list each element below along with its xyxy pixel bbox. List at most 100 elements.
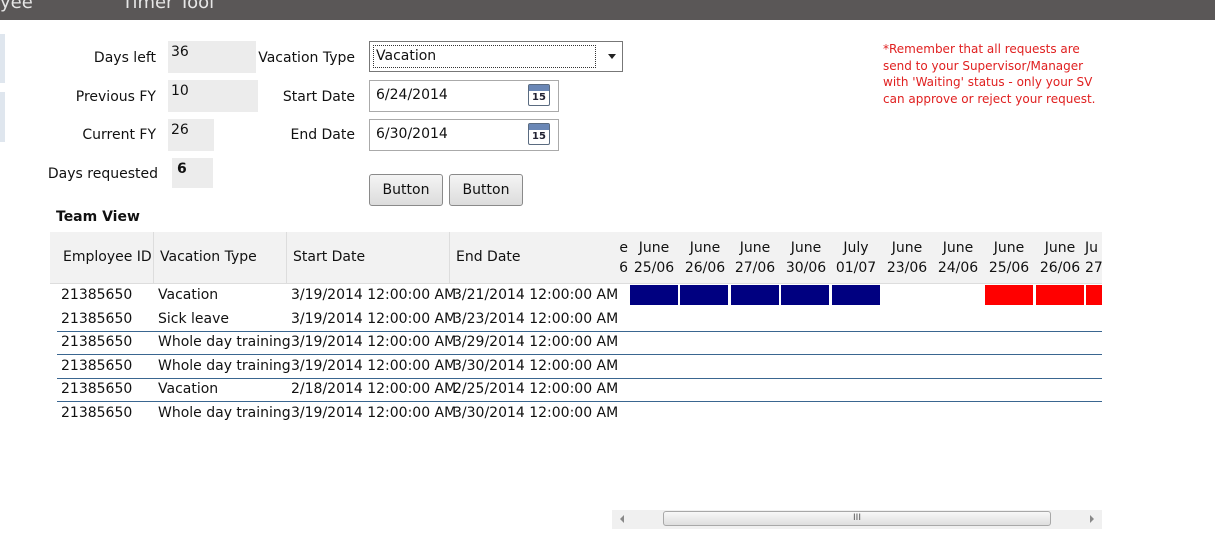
schedule-bar[interactable] [832, 285, 880, 305]
current-fy-label: Current FY [82, 127, 156, 143]
day-month-label: Ju [1085, 240, 1099, 256]
table-row[interactable]: 21385650 Sick leave 3/19/2014 12:00:00 AM 3… [57, 308, 1102, 332]
approval-note: *Remember that all requests are send to … [883, 42, 1096, 106]
table-cell-type: Whole day training [158, 334, 291, 350]
start-date-label: Start Date [282, 89, 355, 105]
calendar-icon[interactable]: 15 [528, 123, 550, 145]
table-cell-type: Vacation [158, 381, 219, 397]
day-column-header[interactable]: June 27/06 [730, 238, 780, 278]
schedule-bar[interactable] [781, 285, 829, 305]
scrollbar-thumb[interactable]: III [663, 511, 1051, 526]
table-cell-id: 21385650 [61, 334, 133, 350]
nav-tab-timer-tool[interactable]: Timer Tool [122, 0, 214, 13]
table-cell-id: 21385650 [61, 310, 133, 327]
day-month-label: July [843, 240, 869, 256]
table-cell-end: 3/21/2014 12:00:00 AM [453, 287, 619, 303]
schedule-bar[interactable] [731, 285, 779, 305]
team-view-title: Team View [56, 209, 140, 225]
vacation-type-dropdown[interactable]: Vacation [369, 41, 623, 72]
previous-fy-label: Previous FY [75, 89, 156, 105]
day-month-label: June [1044, 240, 1076, 256]
action-button-1[interactable]: Button [369, 174, 443, 206]
title-bar: yee Timer Tool [0, 0, 1215, 20]
horizontal-scrollbar[interactable]: III [612, 510, 1102, 529]
schedule-bar[interactable] [985, 285, 1033, 305]
table-cell-id: 21385650 [61, 404, 133, 421]
day-date-label: 26/06 [1039, 260, 1081, 276]
table-cell-type: Sick leave [158, 310, 230, 327]
schedule-bar[interactable] [680, 285, 728, 305]
vacation-type-selected: Vacation [373, 45, 596, 68]
table-row[interactable]: 21385650 Whole day training 3/19/2014 12:0… [57, 355, 1102, 379]
scroll-right-icon[interactable] [1090, 515, 1094, 523]
day-month-label: June [993, 240, 1025, 256]
table-cell-end: 3/23/2014 12:00:00 AM [453, 310, 619, 327]
table-cell-type: Whole day training [158, 404, 291, 421]
day-column-header[interactable]: June 30/06 [781, 238, 831, 278]
day-column-header[interactable]: June 24/06 [933, 238, 983, 278]
table-row[interactable]: 21385650 Vacation 3/19/2014 12:00:00 AM 3/2… [57, 284, 1102, 307]
team-view-grid[interactable]: Employee ID Vacation Type Start Date End… [50, 232, 1102, 424]
table-cell-start: 3/19/2014 12:00:00 AM [291, 357, 457, 374]
start-date-picker[interactable]: 6/24/2014 15 [369, 80, 559, 112]
day-month-label: e [619, 240, 628, 256]
days-requested-value: 6 [172, 158, 213, 188]
day-month-label: June [739, 240, 771, 256]
table-cell-start: 3/19/2014 12:00:00 AM [291, 404, 457, 421]
day-date-label: 01/07 [835, 260, 877, 276]
table-cell-type: Whole day training [158, 357, 291, 374]
calendar-icon[interactable]: 15 [528, 84, 550, 106]
day-column-header[interactable]: e6 [610, 238, 628, 278]
day-column-header[interactable]: June 25/06 [629, 238, 679, 278]
days-requested-label: Days requested [47, 166, 158, 182]
day-month-label: June [689, 240, 721, 256]
schedule-bar[interactable] [630, 285, 678, 305]
nav-tab-employee[interactable]: yee [0, 0, 33, 13]
table-cell-start: 3/19/2014 12:00:00 AM [291, 334, 457, 350]
table-cell-type: Vacation [158, 287, 219, 303]
table-cell-id: 21385650 [61, 381, 133, 397]
days-left-value: 36 [168, 41, 256, 73]
day-column-header[interactable]: June 26/06 [680, 238, 730, 278]
day-date-label: 26/06 [684, 260, 726, 276]
day-month-label: June [790, 240, 822, 256]
table-row[interactable]: 21385650 Whole day training 3/19/2014 12:0… [57, 402, 1102, 425]
end-date-input[interactable]: 6/30/2014 [376, 126, 448, 142]
schedule-bar[interactable] [1036, 285, 1084, 305]
chevron-down-icon[interactable] [608, 54, 616, 59]
day-column-header[interactable]: June 26/06 [1035, 238, 1085, 278]
schedule-bar[interactable] [1086, 285, 1102, 305]
column-header-end-date[interactable]: End Date [450, 232, 610, 283]
table-cell-end: 3/29/2014 12:00:00 AM [453, 334, 619, 350]
start-date-input[interactable]: 6/24/2014 [376, 87, 448, 103]
table-cell-id: 21385650 [61, 357, 133, 374]
day-month-label: June [891, 240, 923, 256]
day-date-label: 23/06 [886, 260, 928, 276]
days-left-label: Days left [93, 50, 156, 66]
table-cell-end: 2/25/2014 12:00:00 AM [453, 381, 619, 397]
day-date-label: 27 [1085, 260, 1102, 276]
day-date-label: 24/06 [937, 260, 979, 276]
day-month-label: June [638, 240, 670, 256]
scroll-left-icon[interactable] [620, 515, 624, 523]
action-button-2[interactable]: Button [449, 174, 523, 206]
table-cell-id: 21385650 [61, 287, 133, 303]
day-month-label: June [942, 240, 974, 256]
side-panel-edge [0, 34, 5, 83]
day-column-header[interactable]: July 01/07 [831, 238, 881, 278]
table-row[interactable]: 21385650 Vacation 2/18/2014 12:00:00 AM 2/2… [57, 378, 1102, 402]
column-header-start-date[interactable]: Start Date [287, 232, 450, 283]
column-header-employee-id[interactable]: Employee ID [57, 232, 154, 283]
grid-header-row: Employee ID Vacation Type Start Date End… [50, 232, 1102, 284]
day-column-header[interactable]: June 23/06 [882, 238, 932, 278]
day-column-header[interactable]: June 25/06 [984, 238, 1034, 278]
table-cell-end: 3/30/2014 12:00:00 AM [453, 404, 619, 421]
column-header-vacation-type[interactable]: Vacation Type [154, 232, 287, 283]
table-cell-start: 3/19/2014 12:00:00 AM [291, 310, 457, 327]
end-date-picker[interactable]: 6/30/2014 15 [369, 119, 559, 151]
table-row[interactable]: 21385650 Whole day training 3/19/2014 12:0… [57, 331, 1102, 355]
day-column-header[interactable]: Ju 27 [1085, 238, 1102, 278]
current-fy-value: 26 [168, 119, 214, 151]
day-date-label: 25/06 [633, 260, 675, 276]
end-date-label: End Date [290, 127, 355, 143]
